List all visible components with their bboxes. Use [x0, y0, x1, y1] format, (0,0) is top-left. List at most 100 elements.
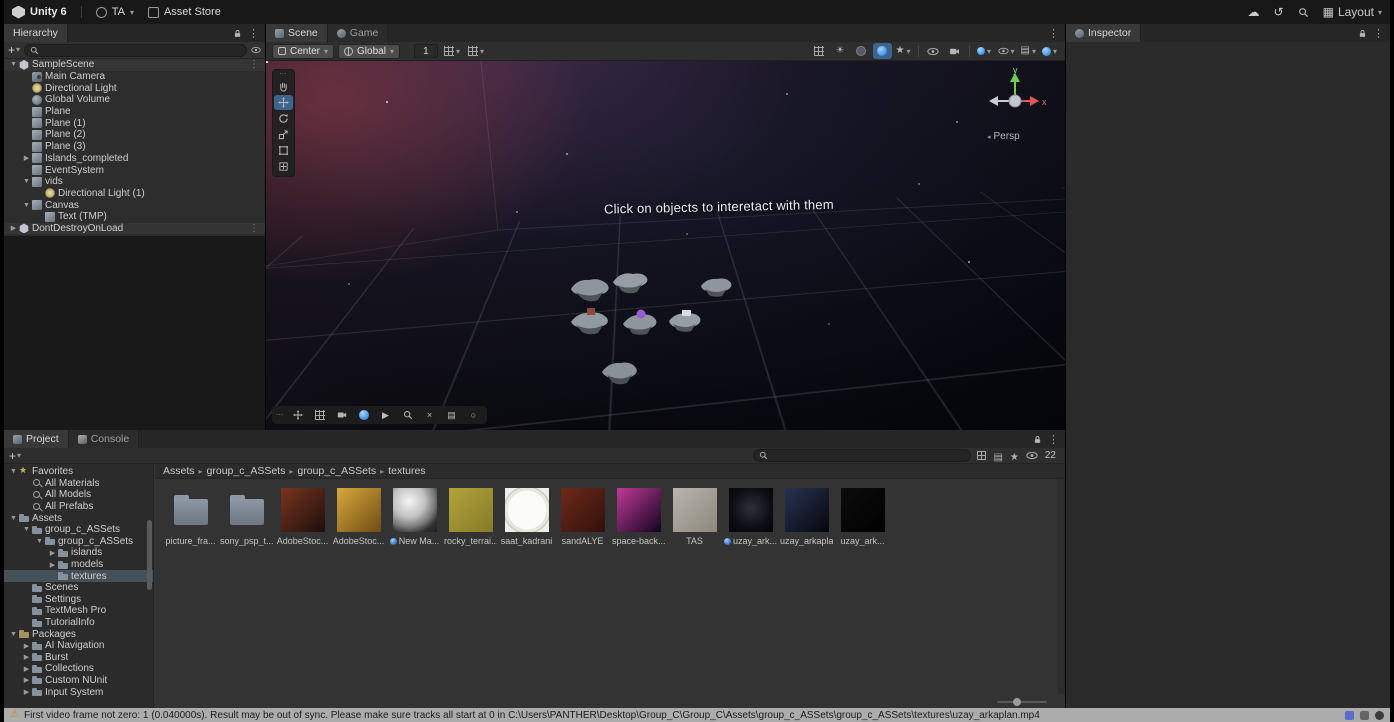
move-tool-button[interactable] — [274, 95, 293, 110]
grid-size-field[interactable]: 1 — [414, 44, 438, 58]
breadcrumb-item[interactable]: group_c_ASSets ▸ — [297, 465, 384, 477]
scene-audio-toggle[interactable] — [852, 43, 871, 59]
create-object-button[interactable]: +▾ — [8, 44, 20, 56]
save-search-button[interactable]: ★ — [1010, 448, 1019, 463]
project-search[interactable] — [753, 449, 971, 462]
orientation-gizmo[interactable]: y x ◂ Persp — [979, 65, 1051, 151]
project-search-input[interactable] — [772, 450, 965, 461]
project-tree-item[interactable]: All Materials — [4, 478, 153, 490]
project-tree-item[interactable]: ▶ AI Navigation — [4, 640, 153, 652]
hierarchy-search[interactable] — [24, 44, 247, 57]
hierarchy-item[interactable]: Directional Light ⋮ — [4, 82, 265, 94]
asset-tile[interactable]: saat_kadrani — [499, 485, 554, 546]
expand-arrow-icon[interactable]: ▶ — [8, 224, 19, 232]
create-asset-button[interactable]: +▾ — [9, 450, 21, 462]
scene-view-tab[interactable]: Game — [328, 24, 389, 42]
hidden-objects-toggle[interactable] — [924, 43, 943, 59]
asset-tile[interactable]: uzay_ark... — [835, 485, 890, 546]
tree-scrollbar[interactable] — [147, 520, 152, 590]
process-status-icon[interactable] — [1360, 711, 1369, 720]
expand-arrow-icon[interactable]: ▼ — [8, 631, 19, 638]
expand-arrow-icon[interactable]: ▶ — [21, 688, 32, 696]
expand-arrow-icon[interactable]: ▼ — [8, 61, 19, 68]
expand-arrow-icon[interactable]: ▶ — [21, 665, 32, 673]
panel-menu-icon[interactable]: ⋮ — [1048, 433, 1059, 446]
hierarchy-item[interactable]: Plane (3) ⋮ — [4, 141, 265, 153]
close-overlay-button[interactable]: × — [420, 408, 439, 423]
scene-effects-toggle[interactable] — [873, 43, 892, 59]
scene-view-tab[interactable]: Scene — [266, 24, 328, 42]
asset-tile[interactable]: sandALYE — [555, 485, 610, 546]
account-menu[interactable]: TA ▾ — [96, 6, 134, 18]
scene-visibility-icon[interactable] — [251, 45, 261, 55]
expand-arrow-icon[interactable]: ▶ — [47, 561, 58, 569]
project-tab[interactable]: Project — [4, 430, 69, 448]
transform-tool-button[interactable] — [274, 159, 293, 174]
increment-snap-button[interactable]: ▾ — [466, 43, 486, 59]
asset-tile[interactable]: rocky_terrai... — [443, 485, 498, 546]
camera-overlay-button[interactable] — [332, 408, 351, 423]
hierarchy-item[interactable]: EventSystem ⋮ — [4, 164, 265, 176]
tool-handle-position-button[interactable]: Center ▾ — [272, 44, 334, 59]
asset-tile[interactable]: AdobeStoc... — [275, 485, 330, 546]
project-tree-item[interactable]: ▶ Input System — [4, 686, 153, 698]
breadcrumb-item[interactable]: Assets ▸ — [163, 465, 203, 477]
tab-hierarchy[interactable]: Hierarchy — [4, 24, 68, 42]
project-tree-item[interactable]: ▶ islands — [4, 547, 153, 559]
overlay-dropdown-2[interactable]: ▾ — [996, 43, 1017, 59]
layout-dropdown[interactable]: ▦ Layout ▾ — [1323, 5, 1382, 19]
draw-mode-button[interactable] — [810, 43, 829, 59]
panel-menu-icon[interactable]: ⋮ — [1373, 27, 1384, 40]
project-tree-item[interactable]: ▼ Assets — [4, 512, 153, 524]
expand-arrow-icon[interactable]: ▼ — [21, 526, 32, 533]
expand-arrow-icon[interactable]: ▶ — [21, 653, 32, 661]
expand-arrow-icon[interactable]: ▶ — [21, 642, 32, 650]
hierarchy-item[interactable]: ▼ vids ⋮ — [4, 176, 265, 188]
hierarchy-search-input[interactable] — [43, 45, 241, 56]
project-tree-item[interactable]: ▼ Favorites — [4, 466, 153, 478]
collab-status-icon[interactable] — [1345, 711, 1354, 720]
camera-settings-button[interactable] — [945, 43, 964, 59]
project-tree-item[interactable]: Scenes — [4, 582, 153, 594]
hierarchy-item[interactable]: Plane (1) ⋮ — [4, 117, 265, 129]
lock-icon[interactable] — [1358, 29, 1367, 38]
hierarchy-item[interactable]: ▶ Islands_completed ⋮ — [4, 153, 265, 165]
breadcrumb-item[interactable]: textures ▸ — [388, 465, 425, 477]
project-tree-item[interactable]: ▼ group_c_ASSets — [4, 536, 153, 548]
scale-tool-button[interactable] — [274, 127, 293, 142]
search-by-type-button[interactable] — [977, 448, 986, 463]
hierarchy-item[interactable]: Main Camera ⋮ — [4, 71, 265, 83]
status-bar[interactable]: ⚠ First video frame not zero: 1 (0.04000… — [4, 708, 1390, 722]
thumbnail-size-slider[interactable] — [997, 701, 1047, 703]
hierarchy-item[interactable]: Directional Light (1) ⋮ — [4, 188, 265, 200]
cloud-button[interactable]: ☁ — [1248, 5, 1260, 19]
undo-history-button[interactable]: ↺ — [1274, 5, 1284, 19]
expand-arrow-icon[interactable]: ▶ — [47, 549, 58, 557]
expand-arrow-icon[interactable]: ▼ — [8, 515, 19, 522]
drag-handle-icon[interactable]: ⋯ — [280, 72, 288, 78]
layers-dropdown[interactable]: ▤▾ — [1019, 43, 1038, 59]
skybox-overlay-button[interactable] — [354, 408, 373, 423]
project-tree-item[interactable]: ▶ models — [4, 559, 153, 571]
expand-arrow-icon[interactable]: ▼ — [34, 538, 45, 545]
project-tree-item[interactable]: ▼ Packages — [4, 628, 153, 640]
asset-tile[interactable]: picture_fra... — [163, 485, 218, 546]
expand-arrow-icon[interactable]: ▼ — [8, 468, 19, 475]
view-tool-button[interactable] — [274, 79, 293, 94]
project-tab[interactable]: Console — [69, 430, 140, 448]
layers-overlay-button[interactable]: ▤ — [442, 408, 461, 423]
asset-tile[interactable]: space-back... — [611, 485, 666, 546]
search-by-label-button[interactable]: ▤ — [993, 448, 1002, 463]
asset-tile[interactable]: TAS — [667, 485, 722, 546]
project-tree-item[interactable]: ▶ Burst — [4, 652, 153, 664]
expand-arrow-icon[interactable]: ▶ — [21, 154, 32, 162]
play-overlay-button[interactable]: ▶ — [376, 408, 395, 423]
orientation-overlay-button[interactable] — [288, 408, 307, 423]
asset-tile[interactable]: New Ma... — [387, 485, 442, 546]
breadcrumb-item[interactable]: group_c_ASSets ▸ — [207, 465, 294, 477]
project-tree-item[interactable]: All Models — [4, 489, 153, 501]
hierarchy-item[interactable]: ▶ DontDestroyOnLoad ⋮ — [4, 223, 265, 235]
row-menu-icon[interactable]: ⋮ — [249, 223, 265, 234]
gizmos-dropdown[interactable]: ▾ — [1040, 43, 1059, 59]
hierarchy-item[interactable]: ▼ Canvas ⋮ — [4, 199, 265, 211]
